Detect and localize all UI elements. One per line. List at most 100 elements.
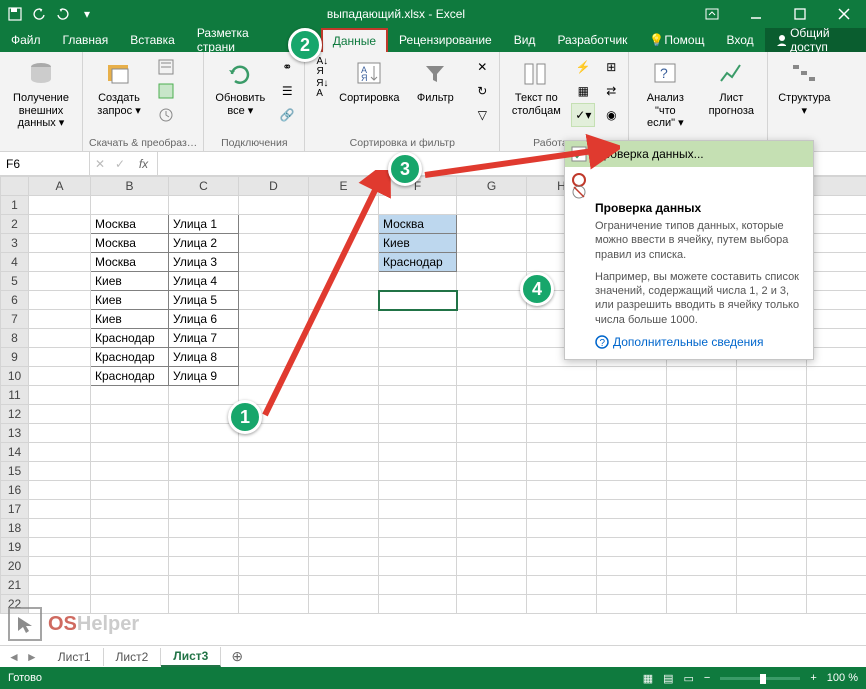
cell[interactable] bbox=[807, 310, 866, 329]
properties-icon[interactable]: ☰ bbox=[276, 80, 298, 102]
cell[interactable]: Краснодар bbox=[91, 329, 169, 348]
sort-button[interactable]: AЯ Сортировка bbox=[339, 56, 399, 107]
cell[interactable] bbox=[29, 348, 91, 367]
cell[interactable] bbox=[29, 557, 91, 576]
cell[interactable] bbox=[379, 348, 457, 367]
cell[interactable] bbox=[379, 329, 457, 348]
cell[interactable] bbox=[667, 405, 737, 424]
row-header[interactable]: 11 bbox=[1, 386, 29, 405]
get-external-data-button[interactable]: Получение внешних данных ▾ bbox=[6, 56, 76, 132]
row-header[interactable]: 4 bbox=[1, 253, 29, 272]
cell[interactable] bbox=[29, 576, 91, 595]
edit-links-icon[interactable]: 🔗 bbox=[276, 104, 298, 126]
row-header[interactable]: 1 bbox=[1, 196, 29, 215]
cell[interactable] bbox=[457, 405, 527, 424]
refresh-all-button[interactable]: Обновить все ▾ bbox=[210, 56, 270, 119]
cell[interactable] bbox=[29, 405, 91, 424]
cell[interactable] bbox=[527, 424, 597, 443]
cell[interactable] bbox=[309, 310, 379, 329]
name-box[interactable]: F6 bbox=[0, 152, 90, 175]
cell[interactable] bbox=[239, 538, 309, 557]
structure-button[interactable]: Структура ▾ bbox=[774, 56, 834, 119]
share-button[interactable]: Общий доступ bbox=[765, 28, 866, 52]
cell[interactable] bbox=[29, 538, 91, 557]
cell[interactable] bbox=[457, 234, 527, 253]
cell[interactable] bbox=[309, 272, 379, 291]
consolidate-icon[interactable]: ⊞ bbox=[600, 56, 622, 78]
cell[interactable] bbox=[597, 386, 667, 405]
cell[interactable]: Киев bbox=[379, 234, 457, 253]
row-header[interactable]: 20 bbox=[1, 557, 29, 576]
cell[interactable]: Улица 4 bbox=[169, 272, 239, 291]
cell[interactable] bbox=[807, 519, 866, 538]
cell[interactable] bbox=[309, 215, 379, 234]
cell[interactable] bbox=[457, 215, 527, 234]
cell[interactable] bbox=[29, 367, 91, 386]
cell[interactable] bbox=[91, 462, 169, 481]
cell[interactable] bbox=[667, 424, 737, 443]
cell[interactable] bbox=[169, 386, 239, 405]
advanced-filter-icon[interactable]: ▽ bbox=[471, 104, 493, 126]
cell[interactable] bbox=[379, 424, 457, 443]
zoom-out-button[interactable]: − bbox=[704, 672, 710, 684]
cell[interactable] bbox=[667, 538, 737, 557]
row-header[interactable]: 5 bbox=[1, 272, 29, 291]
cell[interactable] bbox=[807, 253, 866, 272]
redo-icon[interactable] bbox=[52, 3, 74, 25]
row-header[interactable]: 2 bbox=[1, 215, 29, 234]
row-header[interactable]: 3 bbox=[1, 234, 29, 253]
cell[interactable] bbox=[667, 462, 737, 481]
cell[interactable] bbox=[29, 424, 91, 443]
whatif-button[interactable]: ? Анализ "что если" ▾ bbox=[635, 56, 695, 132]
cell[interactable] bbox=[29, 519, 91, 538]
cell[interactable] bbox=[379, 196, 457, 215]
cell[interactable] bbox=[597, 443, 667, 462]
cell[interactable] bbox=[29, 272, 91, 291]
cell[interactable] bbox=[379, 500, 457, 519]
cell[interactable] bbox=[29, 462, 91, 481]
circle-invalid-item[interactable] bbox=[565, 167, 813, 179]
cell[interactable] bbox=[807, 481, 866, 500]
cell[interactable] bbox=[457, 424, 527, 443]
cell[interactable] bbox=[239, 519, 309, 538]
row-header[interactable]: 18 bbox=[1, 519, 29, 538]
cell[interactable] bbox=[309, 576, 379, 595]
cell[interactable] bbox=[527, 481, 597, 500]
cell[interactable]: Краснодар bbox=[379, 253, 457, 272]
zoom-level[interactable]: 100 % bbox=[827, 672, 858, 684]
from-table-icon[interactable] bbox=[155, 80, 177, 102]
remove-duplicates-icon[interactable]: ▦ bbox=[572, 80, 594, 102]
row-header[interactable]: 17 bbox=[1, 500, 29, 519]
cell[interactable] bbox=[379, 519, 457, 538]
cell[interactable] bbox=[239, 234, 309, 253]
cell[interactable] bbox=[737, 462, 807, 481]
cell[interactable] bbox=[379, 595, 457, 614]
row-header[interactable]: 21 bbox=[1, 576, 29, 595]
cell[interactable] bbox=[379, 443, 457, 462]
cell[interactable] bbox=[527, 576, 597, 595]
cell[interactable] bbox=[379, 272, 457, 291]
forecast-button[interactable]: Лист прогноза bbox=[701, 56, 761, 119]
cell[interactable] bbox=[807, 595, 866, 614]
cell[interactable] bbox=[807, 215, 866, 234]
cell[interactable] bbox=[597, 424, 667, 443]
row-header[interactable]: 8 bbox=[1, 329, 29, 348]
cell[interactable] bbox=[169, 538, 239, 557]
cell[interactable] bbox=[309, 500, 379, 519]
cell[interactable]: Киев bbox=[91, 291, 169, 310]
cell[interactable] bbox=[807, 462, 866, 481]
cell[interactable] bbox=[29, 329, 91, 348]
cell[interactable] bbox=[667, 576, 737, 595]
tab-file[interactable]: Файл bbox=[0, 28, 52, 52]
cell[interactable] bbox=[597, 405, 667, 424]
cell[interactable] bbox=[457, 500, 527, 519]
row-header[interactable]: 15 bbox=[1, 462, 29, 481]
cell[interactable] bbox=[457, 595, 527, 614]
cell[interactable] bbox=[309, 462, 379, 481]
cell[interactable] bbox=[309, 348, 379, 367]
cell[interactable] bbox=[737, 500, 807, 519]
cell[interactable] bbox=[457, 272, 527, 291]
sort-desc-icon[interactable]: Я↓A bbox=[311, 78, 333, 100]
cell[interactable] bbox=[737, 557, 807, 576]
tab-login[interactable]: Вход bbox=[715, 28, 764, 52]
